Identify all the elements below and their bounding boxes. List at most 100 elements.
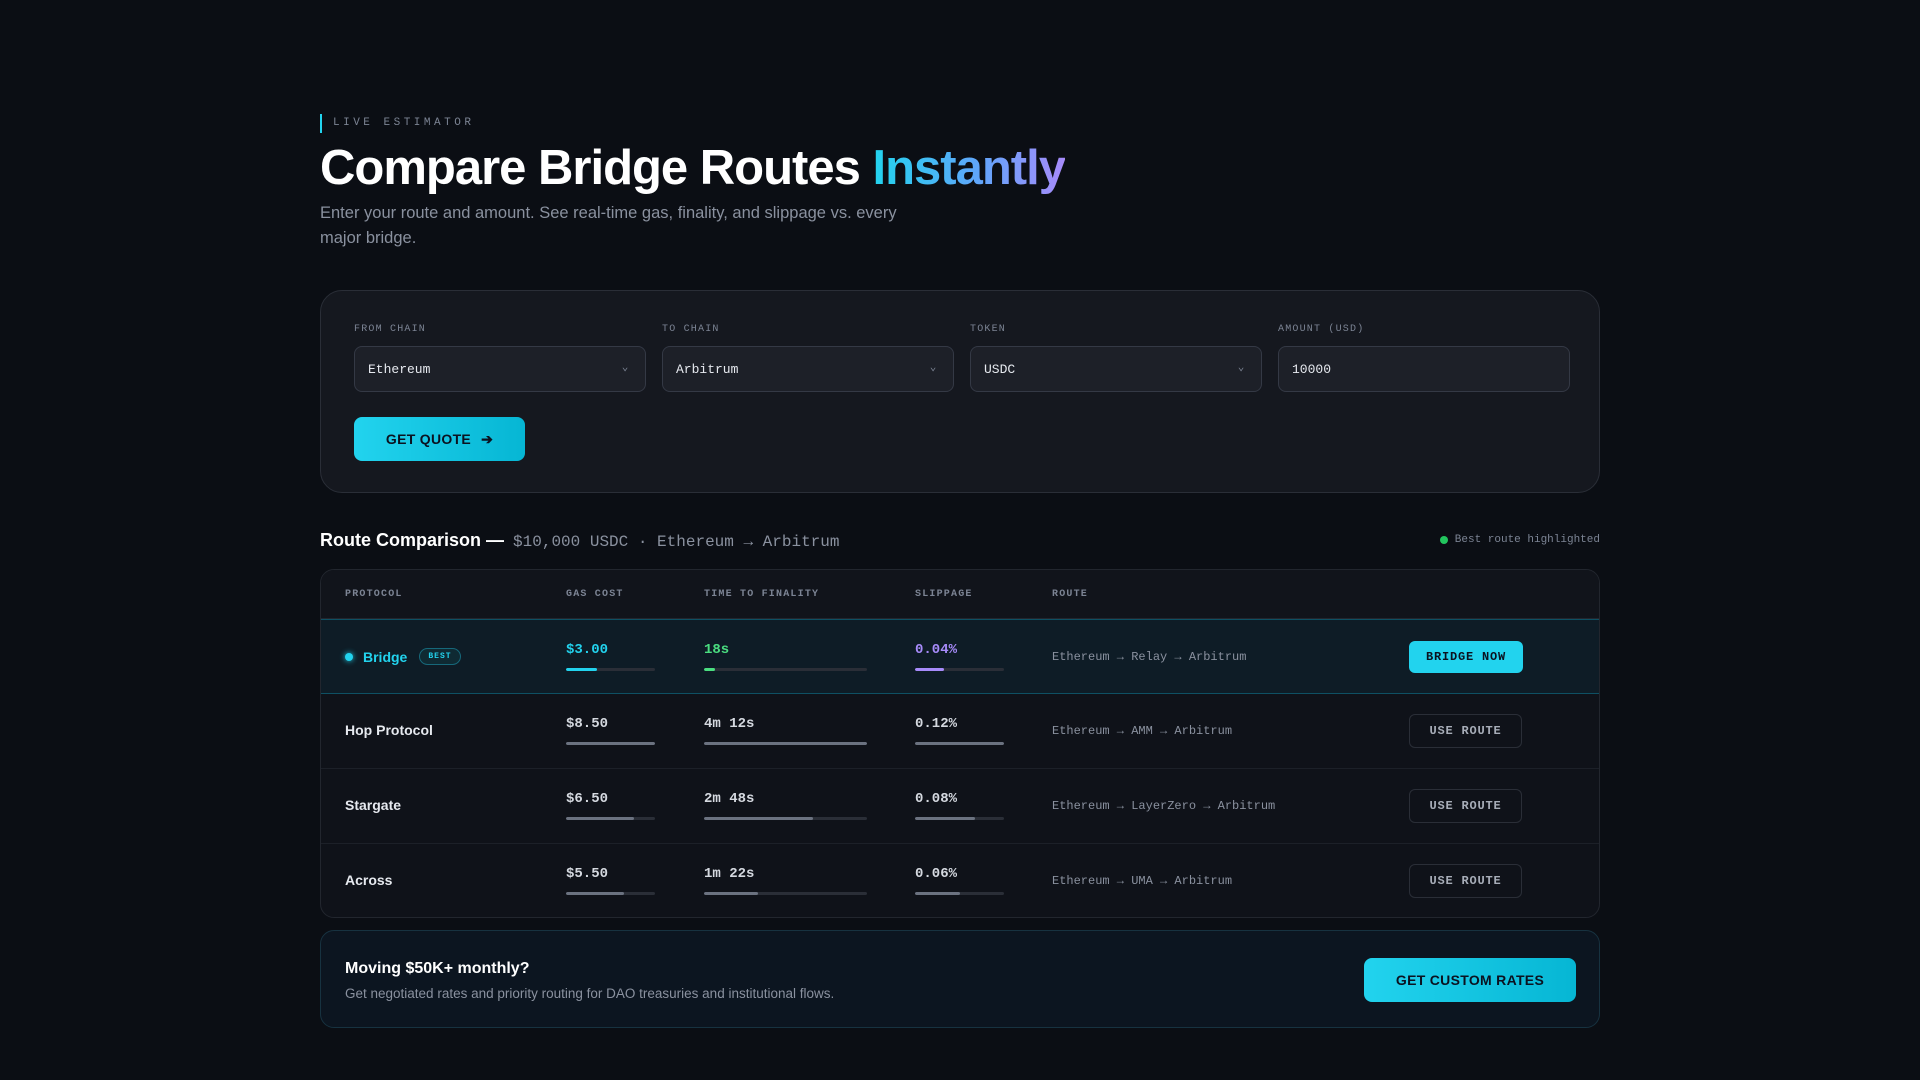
token-field: TOKEN USDC ⌄: [970, 324, 1262, 392]
protocol-name: Stargate: [345, 797, 402, 813]
best-badge: BEST: [419, 648, 461, 665]
gas-cost-bar-fill: [566, 892, 624, 895]
best-dot-icon: [345, 652, 353, 661]
amount-label: AMOUNT (USD): [1278, 324, 1365, 335]
token-value: USDC: [984, 361, 1016, 377]
title-accent: Instantly: [872, 141, 1066, 195]
gas-cost-bar: [566, 668, 655, 671]
gas-cost-value: $5.50: [566, 866, 609, 882]
use-route-button[interactable]: USE ROUTE: [1409, 864, 1522, 898]
time-to-finality-value: 18s: [704, 642, 730, 658]
use-route-button[interactable]: USE ROUTE: [1409, 789, 1522, 823]
cta-title: Moving $50K+ monthly?: [345, 960, 530, 977]
slippage-bar-fill: [915, 668, 945, 671]
from-chain-field: FROM CHAIN Ethereum ⌄: [354, 324, 646, 392]
to-chain-field: TO CHAIN Arbitrum ⌄: [662, 324, 954, 392]
cta-subtitle: Get negotiated rates and priority routin…: [345, 986, 835, 1001]
table-row: Bridge BEST $3.00 18s 0.04% Ethereum → Re…: [321, 619, 1599, 694]
token-label: TOKEN: [970, 324, 1007, 335]
gas-cost-bar-fill: [566, 742, 655, 745]
time-to-finality-bar-fill: [704, 892, 758, 895]
slippage-cell: 0.08%: [915, 791, 1004, 820]
chevron-down-icon: ⌄: [929, 362, 937, 374]
comparison-meta: $10,000 USDC · Ethereum → Arbitrum: [513, 532, 840, 551]
custom-rates-banner: Moving $50K+ monthly? Get negotiated rat…: [320, 930, 1600, 1028]
amount-field: AMOUNT (USD) 10000: [1278, 324, 1570, 392]
time-to-finality-value: 4m 12s: [704, 716, 755, 732]
slippage-value: 0.08%: [915, 791, 958, 807]
gas-cost-bar: [566, 742, 655, 745]
time-to-finality-cell: 1m 22s: [704, 866, 867, 895]
protocol-cell: Across: [345, 872, 392, 888]
protocol-name: Bridge: [363, 648, 408, 665]
gas-cost-bar-fill: [566, 817, 634, 820]
get-custom-rates-button[interactable]: GET CUSTOM RATES: [1364, 958, 1576, 1002]
from-chain-value: Ethereum: [368, 361, 431, 377]
time-to-finality-bar-fill: [704, 817, 814, 820]
gas-cost-value: $6.50: [566, 791, 609, 807]
route-path: Ethereum → AMM → Arbitrum: [1052, 724, 1233, 738]
time-to-finality-cell: 4m 12s: [704, 716, 867, 745]
gas-cost-value: $3.00: [566, 642, 609, 658]
table-row: Across $5.50 1m 22s 0.06% Ethereum → UMA: [321, 844, 1599, 917]
time-to-finality-bar: [704, 742, 867, 745]
chevron-down-icon: ⌄: [1237, 362, 1245, 374]
time-to-finality-bar: [704, 892, 867, 895]
slippage-bar-fill: [915, 742, 1004, 745]
status-dot-icon: [1439, 536, 1448, 544]
table-header: PROTOCOL GAS COST TIME TO FINALITY SLIPP…: [321, 570, 1599, 619]
comparison-title: Route Comparison — $10,000 USDC · Ethere…: [320, 530, 839, 551]
title-main: Compare Bridge Routes: [320, 141, 861, 195]
header-route: ROUTE: [1052, 589, 1089, 600]
header-protocol: PROTOCOL: [345, 589, 403, 600]
get-quote-button[interactable]: GET QUOTE ➔: [354, 417, 525, 461]
gas-cost-bar: [566, 892, 655, 895]
slippage-bar: [915, 817, 1004, 820]
use-route-button[interactable]: USE ROUTE: [1409, 714, 1522, 748]
from-chain-label: FROM CHAIN: [354, 324, 427, 335]
best-route-legend: Best route highlighted: [1439, 534, 1600, 546]
slippage-bar: [915, 892, 1004, 895]
amount-input[interactable]: 10000: [1278, 346, 1570, 392]
gas-cost-bar: [566, 817, 655, 820]
slippage-bar: [915, 742, 1004, 745]
token-select[interactable]: USDC ⌄: [970, 346, 1262, 392]
bridge-now-button[interactable]: BRIDGE NOW: [1409, 641, 1523, 673]
eyebrow-label: LIVE ESTIMATOR: [320, 114, 474, 133]
time-to-finality-cell: 2m 48s: [704, 791, 867, 820]
slippage-cell: 0.06%: [915, 866, 1004, 895]
slippage-cell: 0.12%: [915, 716, 1004, 745]
get-quote-label: GET QUOTE: [385, 431, 472, 447]
amount-value: 10000: [1292, 361, 1332, 377]
gas-cost-cell: $5.50: [566, 866, 655, 895]
slippage-value: 0.12%: [915, 716, 958, 732]
slippage-bar-fill: [915, 817, 975, 820]
slippage-bar: [915, 668, 1004, 671]
time-to-finality-bar-fill: [704, 742, 867, 745]
slippage-value: 0.06%: [915, 866, 958, 882]
protocol-name: Across: [345, 872, 393, 888]
gas-cost-cell: $8.50: [566, 716, 655, 745]
header-time-to-finality: TIME TO FINALITY: [704, 589, 820, 600]
from-chain-select[interactable]: Ethereum ⌄: [354, 346, 646, 392]
page-subtitle: Enter your route and amount. See real-ti…: [320, 204, 897, 247]
time-to-finality-bar-fill: [704, 668, 716, 671]
comparison-title-text: Route Comparison —: [320, 529, 505, 550]
time-to-finality-value: 2m 48s: [704, 791, 755, 807]
to-chain-value: Arbitrum: [676, 361, 739, 377]
chevron-down-icon: ⌄: [621, 362, 629, 374]
to-chain-select[interactable]: Arbitrum ⌄: [662, 346, 954, 392]
protocol-cell: Bridge BEST: [345, 648, 461, 665]
route-table: PROTOCOL GAS COST TIME TO FINALITY SLIPP…: [320, 569, 1600, 918]
header-gas-cost: GAS COST: [566, 589, 624, 600]
protocol-cell: Hop Protocol: [345, 722, 433, 738]
header-slippage: SLIPPAGE: [915, 589, 973, 600]
time-to-finality-bar: [704, 668, 867, 671]
table-row: Hop Protocol $8.50 4m 12s 0.12% Ethereum: [321, 694, 1599, 769]
protocol-name: Hop Protocol: [345, 722, 433, 738]
gas-cost-value: $8.50: [566, 716, 609, 732]
to-chain-label: TO CHAIN: [662, 324, 720, 335]
route-path: Ethereum → LayerZero → Arbitrum: [1052, 799, 1276, 813]
gas-cost-cell: $3.00: [566, 642, 655, 671]
slippage-bar-fill: [915, 892, 960, 895]
